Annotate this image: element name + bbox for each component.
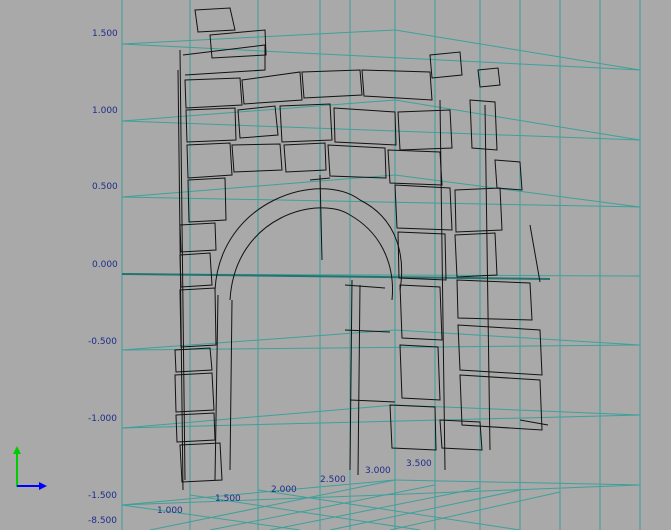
axis-label: 1.000: [157, 506, 183, 516]
axis-label: 1.000: [92, 106, 118, 116]
axis-label: -8.500: [88, 516, 118, 526]
axis-label: 2.500: [320, 475, 346, 485]
axis-label: 3.000: [365, 466, 391, 476]
axis-label: -0.500: [88, 337, 118, 347]
3d-viewport[interactable]: 1.500 1.000 0.500 0.000 -0.500 -1.000 -1…: [0, 0, 671, 530]
axis-label: 0.500: [92, 182, 118, 192]
axis-label: 1.500: [92, 29, 118, 39]
y-axis-arrowhead: [13, 446, 21, 454]
axis-label: 1.500: [215, 494, 241, 504]
axis-label: 3.500: [406, 459, 432, 469]
axis-gizmo: [13, 446, 47, 490]
x-axis-arrowhead: [39, 482, 47, 490]
stone-wall-drawing: [174, 7, 549, 491]
axis-label: 2.000: [271, 485, 297, 495]
axis-label: -1.000: [88, 414, 118, 424]
axis-label: 0.000: [92, 260, 118, 270]
axis-label: -1.500: [88, 491, 118, 501]
